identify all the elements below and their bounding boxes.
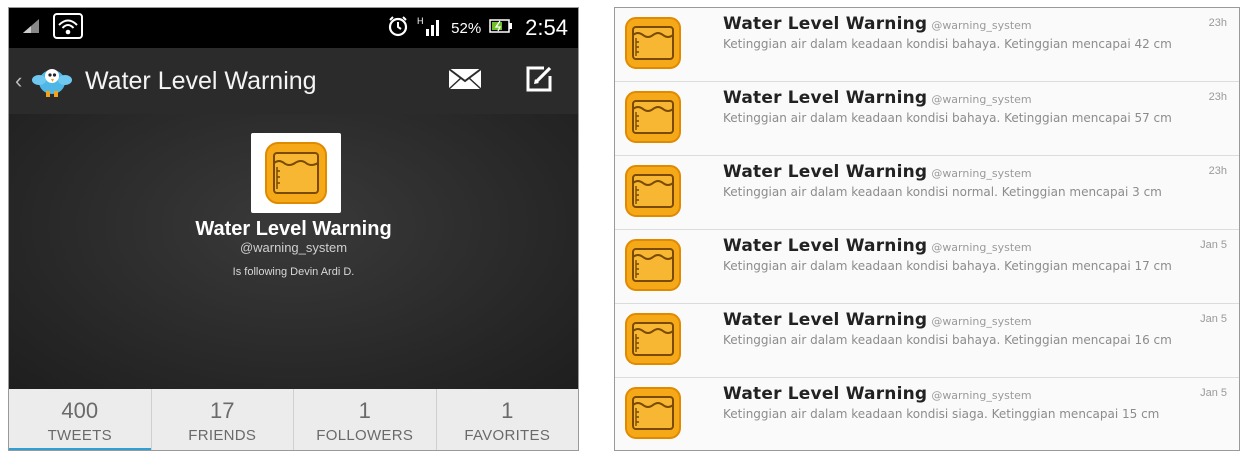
clock: 2:54 — [525, 15, 568, 40]
tab-followers[interactable]: 1 FOLLOWERS — [294, 389, 437, 450]
battery-icon — [489, 18, 513, 39]
tweet-timestamp: 23h — [1208, 17, 1227, 29]
battery-percent: 52% — [451, 19, 482, 37]
tab-tweets[interactable]: 400 TWEETS — [9, 389, 152, 450]
back-chevron-icon[interactable]: ‹ — [15, 68, 29, 94]
tweet-text: Ketinggian air dalam keadaan kondisi bah… — [723, 333, 1172, 347]
water-level-app-icon — [265, 142, 327, 204]
tweet-text: Ketinggian air dalam keadaan kondisi nor… — [723, 185, 1162, 199]
alarm-icon — [387, 15, 409, 42]
tweet-author-handle[interactable]: @warning_system — [931, 389, 1031, 402]
stat-label: TWEETS — [47, 427, 112, 444]
profile-header: Water Level Warning @warning_system Is f… — [9, 114, 578, 392]
tweet-author-name[interactable]: Water Level Warning — [723, 88, 927, 108]
action-bar-title: Water Level Warning — [85, 66, 317, 95]
tweet-timeline: Water Level Warning @warning_system 23h K… — [614, 7, 1240, 451]
stat-number: 400 — [61, 398, 99, 423]
stat-number: 1 — [501, 398, 514, 423]
water-level-app-icon[interactable] — [625, 17, 681, 69]
tweet-item[interactable]: Water Level Warning @warning_system 23h K… — [615, 8, 1239, 82]
tweet-text: Ketinggian air dalam keadaan kondisi sia… — [723, 407, 1160, 421]
tweet-text: Ketinggian air dalam keadaan kondisi bah… — [723, 111, 1172, 125]
stat-label: FOLLOWERS — [316, 427, 414, 444]
stat-number: 1 — [358, 398, 371, 423]
tweet-item[interactable]: Water Level Warning @warning_system 23h K… — [615, 82, 1239, 156]
water-level-app-icon[interactable] — [625, 165, 681, 217]
profile-stats-tabs: 400 TWEETS 17 FRIENDS 1 FOLLOWERS 1 FAVO… — [9, 389, 579, 450]
tweet-text: Ketinggian air dalam keadaan kondisi bah… — [723, 259, 1172, 273]
profile-avatar[interactable] — [251, 133, 341, 213]
wifi-icon — [53, 12, 83, 44]
tweet-timestamp: Jan 5 — [1200, 239, 1227, 251]
profile-name: Water Level Warning — [195, 218, 392, 240]
tweet-item[interactable]: Water Level Warning @warning_system Jan 5… — [615, 304, 1239, 378]
tweet-author-name[interactable]: Water Level Warning — [723, 14, 927, 34]
water-level-app-icon[interactable] — [625, 91, 681, 143]
svg-text:H: H — [417, 16, 424, 26]
tweet-timestamp: Jan 5 — [1200, 313, 1227, 325]
tweet-item[interactable]: Water Level Warning @warning_system Jan 5… — [615, 378, 1239, 450]
status-bar: H 52% 2:54 — [9, 8, 578, 48]
water-level-app-icon[interactable] — [625, 313, 681, 365]
signal-strength-icon — [21, 17, 41, 40]
tweet-author-handle[interactable]: @warning_system — [931, 93, 1031, 106]
tab-friends[interactable]: 17 FRIENDS — [152, 389, 294, 450]
tweet-item[interactable]: Water Level Warning @warning_system Jan 5… — [615, 230, 1239, 304]
twitter-bird-logo[interactable] — [31, 60, 73, 102]
tweet-timestamp: Jan 5 — [1200, 387, 1227, 399]
tweet-author-name[interactable]: Water Level Warning — [723, 384, 927, 404]
stat-label: FRIENDS — [188, 427, 257, 444]
message-envelope-icon[interactable] — [448, 67, 482, 96]
tab-favorites[interactable]: 1 FAVORITES — [437, 389, 579, 450]
tweet-author-handle[interactable]: @warning_system — [931, 19, 1031, 32]
tweet-timestamp: 23h — [1208, 165, 1227, 177]
following-status: Is following Devin Ardi D. — [232, 266, 355, 278]
action-bar: ‹ Water Level Warning — [9, 48, 578, 114]
tweet-text: Ketinggian air dalam keadaan kondisi bah… — [723, 37, 1172, 51]
compose-icon[interactable] — [524, 64, 554, 99]
cell-signal-icon: H — [417, 15, 443, 42]
water-level-app-icon[interactable] — [625, 387, 681, 439]
tweet-author-name[interactable]: Water Level Warning — [723, 236, 927, 256]
stat-number: 17 — [210, 398, 235, 423]
tweet-author-handle[interactable]: @warning_system — [931, 241, 1031, 254]
stat-label: FAVORITES — [464, 427, 551, 444]
tweet-author-name[interactable]: Water Level Warning — [723, 310, 927, 330]
profile-screen: H 52% 2:54 ‹ Water Level Warning Water L… — [8, 7, 579, 451]
tweet-author-name[interactable]: Water Level Warning — [723, 162, 927, 182]
profile-handle: @warning_system — [239, 240, 348, 255]
tweet-item[interactable]: Water Level Warning @warning_system 23h K… — [615, 156, 1239, 230]
tweet-author-handle[interactable]: @warning_system — [931, 315, 1031, 328]
tweet-timestamp: 23h — [1208, 91, 1227, 103]
tweet-author-handle[interactable]: @warning_system — [931, 167, 1031, 180]
water-level-app-icon[interactable] — [625, 239, 681, 291]
